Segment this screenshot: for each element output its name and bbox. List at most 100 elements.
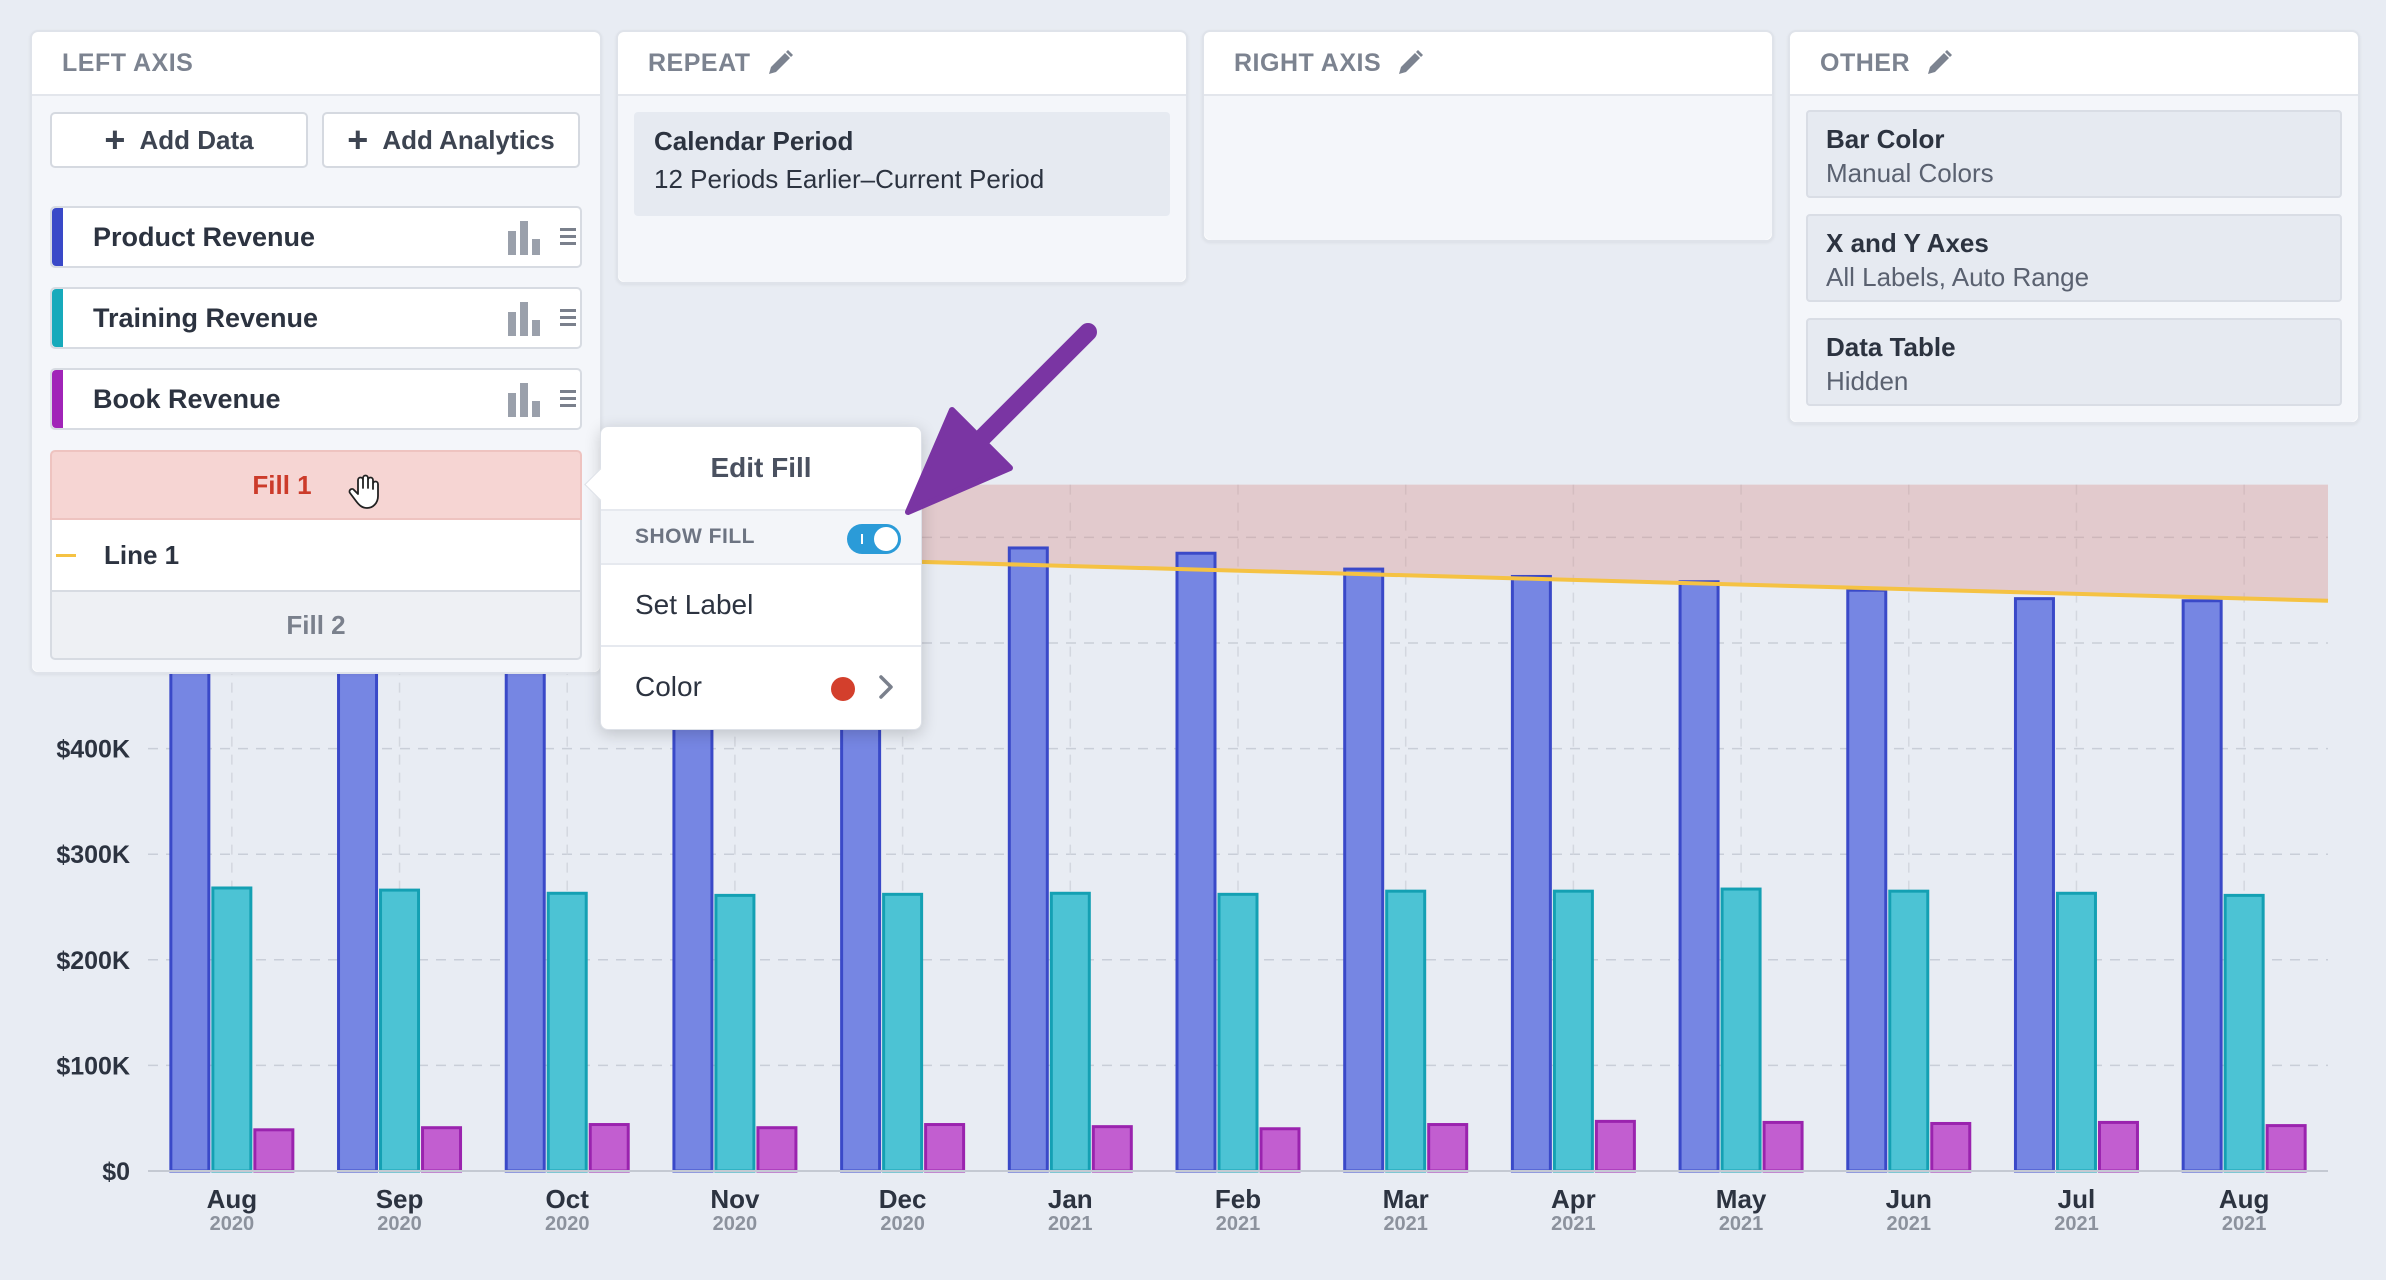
y-tick-label: $300K bbox=[56, 841, 130, 869]
x-tick-year-label: 2021 bbox=[1719, 1213, 1764, 1235]
color-item[interactable]: Color bbox=[601, 647, 921, 727]
series-row-training-revenue[interactable]: Training Revenue bbox=[50, 287, 582, 349]
bar-chart-icon[interactable] bbox=[506, 298, 546, 338]
calendar-period-card[interactable]: Calendar Period 12 Periods Earlier–Curre… bbox=[634, 112, 1170, 216]
fill-2-item[interactable]: Fill 2 bbox=[50, 590, 582, 660]
bar-product-revenue bbox=[1510, 574, 1552, 1173]
drag-handle-icon[interactable] bbox=[560, 226, 576, 248]
bar-book-revenue bbox=[1762, 1120, 1804, 1173]
x-tick-year-label: 2020 bbox=[210, 1213, 255, 1235]
bar-color-value: Manual Colors bbox=[1826, 158, 1994, 188]
x-tick-label: Apr bbox=[1551, 1184, 1596, 1214]
bar-product-revenue bbox=[1007, 546, 1049, 1173]
other-header: OTHER bbox=[1790, 32, 2358, 96]
calendar-period-value: 12 Periods Earlier–Current Period bbox=[654, 164, 1045, 194]
bar-training-revenue bbox=[379, 888, 421, 1173]
add-analytics-button[interactable]: + Add Analytics bbox=[322, 112, 580, 168]
bar-training-revenue bbox=[1385, 889, 1427, 1173]
bar-book-revenue bbox=[924, 1123, 966, 1173]
data-table-value: Hidden bbox=[1826, 366, 1909, 396]
x-tick-label: Feb bbox=[1215, 1184, 1261, 1214]
x-tick-label: Aug bbox=[207, 1184, 258, 1214]
set-label-item[interactable]: Set Label bbox=[601, 565, 921, 645]
data-table-card[interactable]: Data Table Hidden bbox=[1806, 318, 2342, 406]
axes-value: All Labels, Auto Range bbox=[1826, 262, 2090, 292]
series-color-swatch bbox=[52, 370, 63, 428]
bar-book-revenue bbox=[1594, 1119, 1636, 1173]
x-tick-year-label: 2020 bbox=[880, 1213, 925, 1235]
bar-product-revenue bbox=[2013, 597, 2055, 1173]
color-label: Color bbox=[635, 671, 702, 702]
bar-book-revenue bbox=[2265, 1124, 2307, 1173]
plus-icon: + bbox=[347, 119, 369, 160]
bar-chart-icon[interactable] bbox=[506, 379, 546, 419]
right-axis-panel: RIGHT AXIS bbox=[1202, 30, 1774, 242]
bar-book-revenue bbox=[588, 1123, 630, 1173]
series-row-product-revenue[interactable]: Product Revenue bbox=[50, 206, 582, 268]
other-panel: OTHER Bar Color Manual Colors X and Y Ax… bbox=[1788, 30, 2360, 424]
add-analytics-label: Add Analytics bbox=[382, 124, 555, 155]
bar-training-revenue bbox=[211, 886, 253, 1173]
show-fill-row: SHOW FILL bbox=[601, 509, 921, 565]
add-data-button[interactable]: + Add Data bbox=[50, 112, 308, 168]
edit-fill-popup: Edit Fill SHOW FILL Set Label Color bbox=[584, 426, 922, 730]
repeat-header: REPEAT bbox=[618, 32, 1186, 96]
drag-handle-icon[interactable] bbox=[560, 307, 576, 329]
axes-card[interactable]: X and Y Axes All Labels, Auto Range bbox=[1806, 214, 2342, 302]
left-axis-title: LEFT AXIS bbox=[32, 32, 600, 96]
bar-training-revenue bbox=[1720, 887, 1762, 1173]
x-tick-label: Sep bbox=[376, 1184, 424, 1214]
bar-color-card[interactable]: Bar Color Manual Colors bbox=[1806, 110, 2342, 198]
data-table-title: Data Table bbox=[1826, 332, 1956, 362]
series-color-swatch bbox=[52, 289, 63, 347]
series-label: Book Revenue bbox=[93, 383, 281, 414]
x-tick-year-label: 2020 bbox=[377, 1213, 422, 1235]
pencil-icon[interactable] bbox=[1924, 48, 1954, 78]
edit-fill-title: Edit Fill bbox=[710, 452, 812, 483]
right-axis-title: RIGHT AXIS bbox=[1234, 48, 1382, 77]
color-swatch bbox=[831, 677, 855, 701]
pencil-icon[interactable] bbox=[1395, 48, 1425, 78]
x-tick-label: Jul bbox=[2058, 1184, 2096, 1214]
x-tick-year-label: 2021 bbox=[1216, 1213, 1261, 1235]
bar-book-revenue bbox=[1259, 1127, 1301, 1173]
repeat-panel: REPEAT Calendar Period 12 Periods Earlie… bbox=[616, 30, 1188, 284]
calendar-period-title: Calendar Period bbox=[654, 126, 854, 156]
bar-book-revenue bbox=[1091, 1125, 1133, 1173]
set-label-text: Set Label bbox=[635, 589, 754, 620]
bar-book-revenue bbox=[2097, 1120, 2139, 1173]
bar-chart-icon[interactable] bbox=[506, 217, 546, 257]
line-1-item[interactable]: Line 1 bbox=[50, 520, 582, 590]
y-tick-label: $0 bbox=[102, 1158, 130, 1186]
bar-book-revenue bbox=[756, 1126, 798, 1173]
bar-product-revenue bbox=[1846, 588, 1888, 1173]
series-row-book-revenue[interactable]: Book Revenue bbox=[50, 368, 582, 430]
fill-1-item[interactable]: Fill 1 bbox=[50, 450, 582, 520]
x-tick-label: Oct bbox=[546, 1184, 590, 1214]
chevron-right-icon bbox=[879, 675, 893, 699]
bar-book-revenue bbox=[253, 1128, 295, 1173]
x-tick-label: Mar bbox=[1383, 1184, 1429, 1214]
series-label: Training Revenue bbox=[93, 302, 319, 333]
add-data-label: Add Data bbox=[139, 124, 254, 155]
axes-title: X and Y Axes bbox=[1826, 228, 1989, 258]
x-tick-year-label: 2020 bbox=[713, 1213, 758, 1235]
bar-training-revenue bbox=[1217, 892, 1259, 1173]
bar-training-revenue bbox=[2223, 893, 2265, 1173]
x-tick-year-label: 2021 bbox=[1048, 1213, 1093, 1235]
drag-handle-icon[interactable] bbox=[560, 388, 576, 410]
bar-training-revenue bbox=[1049, 891, 1091, 1173]
pencil-icon[interactable] bbox=[765, 48, 795, 78]
bar-book-revenue bbox=[421, 1126, 463, 1173]
x-tick-label: Jan bbox=[1048, 1184, 1093, 1214]
x-tick-year-label: 2021 bbox=[1383, 1213, 1428, 1235]
series-color-swatch bbox=[52, 208, 63, 266]
bar-product-revenue bbox=[1343, 567, 1385, 1173]
show-fill-toggle[interactable] bbox=[847, 524, 901, 554]
toggle-on-mark bbox=[861, 534, 863, 544]
x-tick-label: May bbox=[1716, 1184, 1767, 1214]
bar-training-revenue bbox=[1888, 889, 1930, 1173]
bar-book-revenue bbox=[1427, 1123, 1469, 1173]
plus-icon: + bbox=[104, 119, 126, 160]
x-tick-label: Dec bbox=[879, 1184, 927, 1214]
